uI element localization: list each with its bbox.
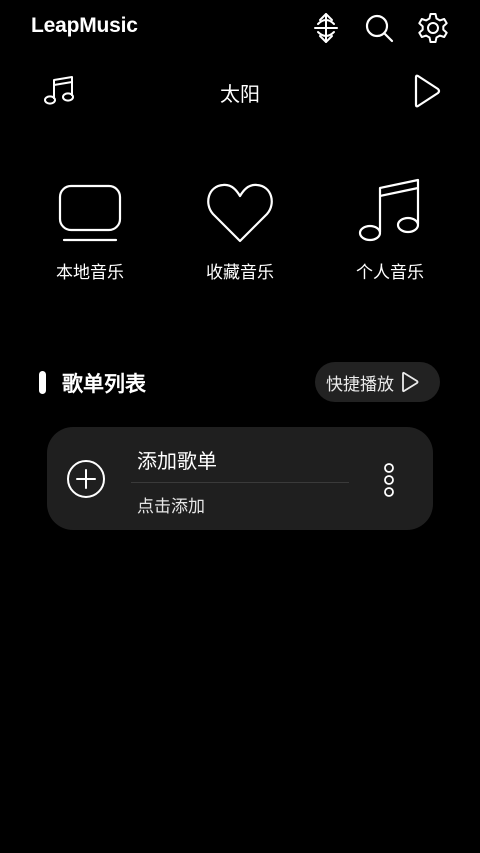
sort-button[interactable] — [310, 12, 342, 44]
search-icon — [365, 14, 394, 43]
sort-icon — [314, 13, 338, 43]
section-indicator — [39, 371, 46, 394]
add-playlist-card[interactable]: 添加歌单 点击添加 — [47, 427, 433, 530]
current-song-title[interactable]: 太阳 — [190, 78, 290, 107]
search-button[interactable] — [362, 11, 396, 45]
play-icon — [414, 74, 441, 108]
music-note-button[interactable] — [42, 74, 76, 108]
playlist-subtitle: 点击添加 — [137, 497, 205, 517]
app-title: LeapMusic — [31, 14, 138, 37]
quick-play-button[interactable]: 快捷播放 — [315, 362, 440, 402]
playlist-title: 添加歌单 — [137, 449, 217, 473]
music-notes-icon — [358, 178, 420, 242]
tv-icon — [58, 184, 122, 242]
more-vertical-icon — [384, 463, 394, 497]
category-personal-music[interactable]: 个人音乐 — [330, 170, 450, 283]
category-label: 本地音乐 — [56, 263, 124, 283]
settings-button[interactable] — [415, 11, 451, 45]
section-title: 歌单列表 — [62, 372, 146, 396]
heart-icon — [207, 183, 273, 243]
more-options-button[interactable] — [381, 462, 397, 502]
play-button[interactable] — [408, 72, 444, 110]
category-label: 个人音乐 — [356, 263, 424, 283]
divider — [131, 482, 349, 483]
category-favorite-music[interactable]: 收藏音乐 — [180, 170, 300, 283]
plus-circle-icon — [67, 460, 105, 498]
add-playlist-button[interactable] — [66, 459, 106, 503]
music-note-icon — [44, 76, 74, 105]
settings-icon — [418, 13, 448, 43]
category-label: 收藏音乐 — [206, 263, 274, 283]
quick-play-label: 快捷播放 — [326, 374, 394, 395]
category-local-music[interactable]: 本地音乐 — [30, 170, 150, 283]
play-icon — [402, 371, 419, 393]
